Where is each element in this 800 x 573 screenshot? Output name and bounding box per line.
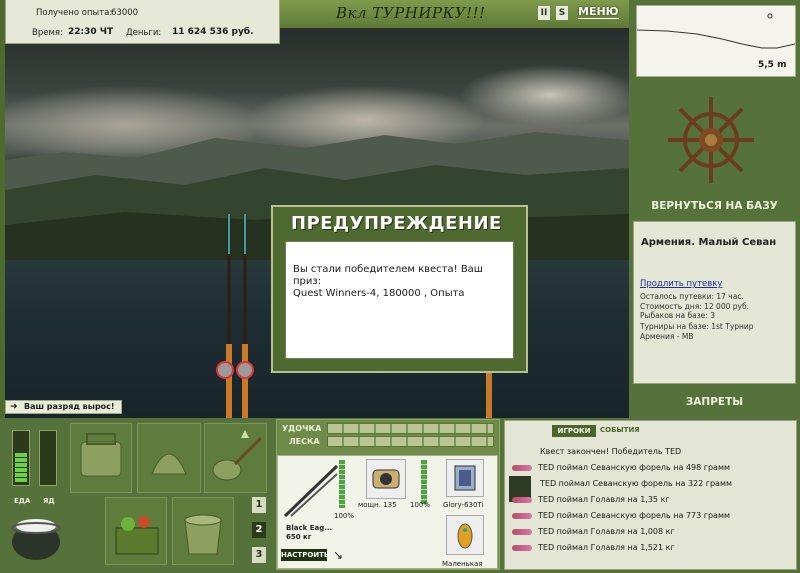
food-label: ЕДА: [14, 497, 31, 505]
rod-tension-bar: [327, 423, 494, 434]
reel-power: мощн. 135: [358, 501, 397, 509]
bag-slot[interactable]: [137, 423, 201, 493]
food-bar: [12, 430, 30, 486]
bucket-slot[interactable]: [172, 497, 234, 565]
bucket-icon: [184, 514, 222, 555]
feed-entry: TED поймал Севанскую форель на 322 грамм: [540, 479, 732, 488]
feed-entry-text: TED поймал Голавля на 1,35 кг: [538, 495, 670, 504]
poison-label: ЯД: [43, 497, 55, 505]
rank-notice-text: Ваш разряд вырос!: [24, 402, 115, 411]
net-slot[interactable]: [204, 423, 267, 493]
fishing-line-icon: [454, 465, 476, 491]
reel-percent: 100%: [410, 501, 431, 509]
third-rod-holder: [486, 372, 492, 418]
rod-label: УДОЧКА: [282, 424, 322, 433]
dialog-message-line: Quest Winners-4, 180000 , Опыта: [293, 288, 465, 299]
extend-permit-link[interactable]: Продлить путевку: [640, 279, 722, 289]
reel-icon: [372, 469, 400, 489]
fishing-rods[interactable]: [205, 214, 265, 418]
reel-condition-bar: [421, 460, 427, 504]
feed-entry: TED поймал Севанскую форель на 773 грамм: [512, 511, 730, 520]
tournament-toggle[interactable]: Вкл ТУРНИРКУ!!!: [336, 4, 486, 22]
food-bar-fill: [15, 453, 27, 483]
lure-icon: [512, 544, 532, 551]
setup-button[interactable]: НАСТРОИТЬ: [281, 549, 329, 561]
player-stats-panel: Получено опыта: 63000 Время: 22:30 ЧТ Де…: [5, 0, 280, 44]
slot-1-button[interactable]: 1: [252, 497, 266, 513]
slot-2-button[interactable]: 2: [252, 522, 266, 538]
slot-3-button[interactable]: 3: [252, 547, 266, 563]
feed-entry-text: TED поймал Севанскую форель на 498 грамм: [538, 463, 731, 472]
rod-condition-bar: [339, 460, 345, 508]
time-label: Время:: [32, 28, 63, 38]
info-line: Стоимость дня: 12 000 руб.: [640, 302, 749, 311]
lure-icon: [512, 528, 532, 535]
line-label: ЛЕСКА: [289, 437, 320, 446]
menu-button[interactable]: МЕНЮ: [578, 5, 619, 19]
feed-entry: TED поймал Севанскую форель на 498 грамм: [512, 463, 730, 472]
lure-icon: [512, 496, 532, 503]
rod-icon[interactable]: [281, 460, 341, 520]
poison-bar: [39, 430, 57, 486]
return-to-base-button[interactable]: ВЕРНУТЬСЯ НА БАЗУ: [629, 200, 800, 212]
line-tension-bar: [327, 436, 494, 447]
arrow-down-right-icon: ↘: [333, 548, 344, 562]
lure-name: Маленькая: [442, 560, 483, 568]
bait-slot[interactable]: [105, 497, 167, 565]
info-line: Армения - MB: [640, 332, 694, 341]
dialog-message: Вы стали победителем квеста! Ваш приз: Q…: [285, 241, 514, 359]
rod-percent: 100%: [334, 512, 355, 520]
money-label: Деньги:: [126, 28, 162, 38]
bans-button[interactable]: ЗАПРЕТЫ: [629, 396, 800, 408]
line-name: Glory-630Ti: [443, 501, 484, 509]
depth-value: 5,5 m: [758, 60, 787, 70]
ship-wheel-icon[interactable]: [666, 95, 756, 185]
lure-slot[interactable]: [446, 515, 484, 555]
arrow-right-icon: ➜: [10, 402, 18, 412]
reel-slot[interactable]: [366, 459, 406, 499]
feed-entry: TED поймал Голавля на 1,521 кг: [512, 543, 675, 552]
tackle-box-icon: [80, 433, 122, 477]
rod-name: Black Eag...: [286, 524, 333, 532]
info-line: Турниры на базе: 1st Турнир: [640, 322, 754, 331]
basket-icon: [115, 516, 159, 555]
info-line: Осталось путевки: 17 час.: [640, 292, 744, 301]
rod-weight: 650 кг: [286, 533, 312, 541]
feed-entry-text: TED поймал Севанскую форель на 322 грамм: [540, 479, 733, 488]
feed-entry: TED поймал Голавля на 1,35 кг: [512, 495, 670, 504]
feed-entry-text: TED поймал Голавля на 1,008 кг: [538, 527, 675, 536]
tab-events[interactable]: СОБЫТИЯ: [600, 426, 640, 434]
lure-icon: [512, 464, 532, 471]
exp-value: 63000: [111, 8, 139, 18]
dialog-message-line: Вы стали победителем квеста! Ваш приз:: [293, 264, 483, 287]
bag-icon: [151, 453, 187, 475]
rank-notice: ➜ Ваш разряд вырос!: [5, 400, 122, 414]
sound-button[interactable]: S: [556, 6, 568, 20]
money-value: 11 624 536 руб.: [172, 27, 254, 37]
cauldron-icon[interactable]: [9, 510, 63, 562]
feed-entry: TED поймал Голавля на 1,008 кг: [512, 527, 675, 536]
feed-header: Квест закончен! Победитель TED: [540, 447, 682, 456]
feed-entry-text: TED поймал Севанскую форель на 773 грамм: [538, 511, 731, 520]
tackle-box-slot[interactable]: [70, 423, 132, 493]
line-slot[interactable]: [446, 459, 484, 497]
location-name: Армения. Малый Севан: [641, 237, 777, 248]
lure-icon: [512, 512, 532, 519]
time-value: 22:30 ЧТ: [68, 27, 114, 37]
tab-players[interactable]: ИГРОКИ: [552, 425, 596, 437]
exp-label: Получено опыта:: [36, 8, 113, 18]
lure-icon: [457, 523, 473, 549]
info-line: Рыбаков на базе: 3: [640, 311, 715, 320]
pause-button[interactable]: II: [538, 6, 550, 20]
feed-entry-text: TED поймал Голавля на 1,521 кг: [538, 543, 675, 552]
dialog-title: ПРЕДУПРЕЖДЕНИЕ: [291, 213, 502, 234]
landing-net-icon: [212, 430, 263, 481]
